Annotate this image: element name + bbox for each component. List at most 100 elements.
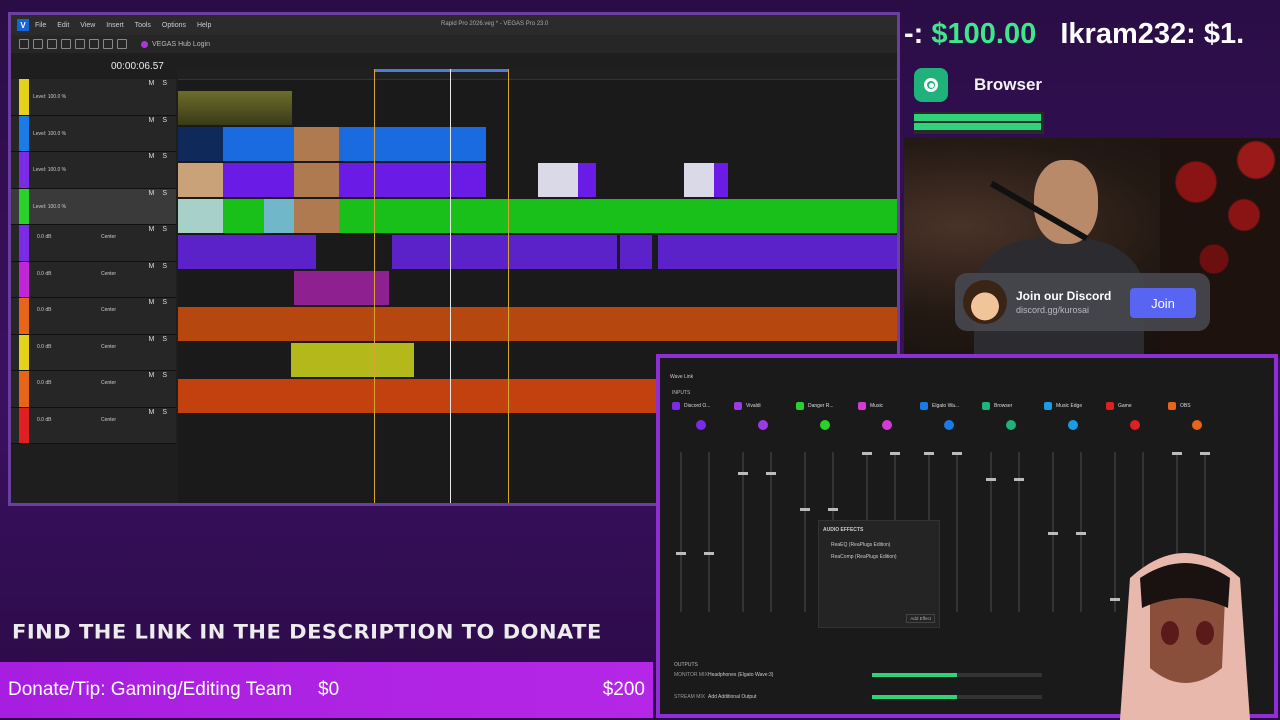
- channel-effect-button[interactable]: [944, 420, 954, 430]
- menu-view[interactable]: View: [80, 22, 95, 29]
- video-clip-thumb[interactable]: [294, 163, 339, 197]
- video-clip-thumb[interactable]: [264, 199, 339, 233]
- video-clip-thumb[interactable]: [294, 127, 339, 161]
- fader-knob[interactable]: [1076, 532, 1086, 535]
- vegas-hub-login[interactable]: VEGAS Hub Login: [152, 41, 210, 48]
- channel-effect-button[interactable]: [758, 420, 768, 430]
- audio-track-6[interactable]: M S 0.0 dB Center: [11, 407, 176, 444]
- fader-knob[interactable]: [986, 478, 996, 481]
- volume-fader[interactable]: [680, 452, 682, 612]
- audio-clip[interactable]: [178, 235, 316, 269]
- channel-effect-button[interactable]: [882, 420, 892, 430]
- settings-icon[interactable]: [75, 39, 85, 49]
- audio-clip[interactable]: [658, 235, 897, 269]
- fader-knob[interactable]: [890, 452, 900, 455]
- redo-icon[interactable]: [117, 39, 127, 49]
- channel-effect-button[interactable]: [1068, 420, 1078, 430]
- volume-fader[interactable]: [804, 452, 806, 612]
- playhead-cursor[interactable]: [450, 69, 451, 503]
- open-icon[interactable]: [33, 39, 43, 49]
- add-effect-button[interactable]: Add Effect: [906, 614, 935, 623]
- discord-link[interactable]: discord.gg/kurosai: [1016, 305, 1111, 315]
- menu-tools[interactable]: Tools: [135, 22, 151, 29]
- channel-header[interactable]: Discord O...: [672, 400, 730, 412]
- timeline-ruler[interactable]: [178, 69, 897, 80]
- channel-header[interactable]: Music: [858, 400, 916, 412]
- volume-fader[interactable]: [990, 452, 992, 612]
- mute-solo-buttons[interactable]: M S: [149, 117, 170, 124]
- video-clip[interactable]: [178, 91, 292, 125]
- fader-knob[interactable]: [704, 552, 714, 555]
- video-track-2[interactable]: M S Level: 100.0 %: [11, 115, 176, 152]
- menu-insert[interactable]: Insert: [106, 22, 124, 29]
- save-icon[interactable]: [47, 39, 57, 49]
- volume-fader[interactable]: [708, 452, 710, 612]
- add-output[interactable]: Add Additional Output: [708, 694, 868, 700]
- effect-item[interactable]: ReaComp (ReaPlugs Edition): [819, 551, 939, 563]
- input-channel-strip[interactable]: Music Edge: [1044, 400, 1102, 648]
- volume-fader[interactable]: [770, 452, 772, 612]
- menu-help[interactable]: Help: [197, 22, 211, 29]
- volume-fader[interactable]: [1018, 452, 1020, 612]
- input-channel-strip[interactable]: Discord O...: [672, 400, 730, 648]
- audio-track-4[interactable]: M S 0.0 dB Center: [11, 334, 176, 371]
- channel-effect-button[interactable]: [820, 420, 830, 430]
- channel-header[interactable]: OBS: [1168, 400, 1226, 412]
- audio-clip[interactable]: [178, 307, 897, 341]
- fader-knob[interactable]: [1014, 478, 1024, 481]
- discord-join-button[interactable]: Join: [1130, 288, 1196, 318]
- fader-knob[interactable]: [738, 472, 748, 475]
- channel-header[interactable]: Elgato Wa...: [920, 400, 978, 412]
- effect-item[interactable]: ReaEQ (ReaPlugs Edition): [819, 539, 939, 551]
- fader-knob[interactable]: [1048, 532, 1058, 535]
- menu-options[interactable]: Options: [162, 22, 186, 29]
- audio-clip[interactable]: [392, 235, 617, 269]
- audio-clip[interactable]: [291, 343, 414, 377]
- input-channel-strip[interactable]: Vivaldi: [734, 400, 792, 648]
- video-track-3[interactable]: M S Level: 100.0 %: [11, 152, 176, 189]
- audio-track-1[interactable]: M S 0.0 dB Center: [11, 225, 176, 262]
- fader-knob[interactable]: [952, 452, 962, 455]
- channel-effect-button[interactable]: [696, 420, 706, 430]
- mute-solo-buttons[interactable]: M S: [149, 226, 170, 233]
- fader-knob[interactable]: [862, 452, 872, 455]
- input-channel-strip[interactable]: Browser: [982, 400, 1040, 648]
- menu-file[interactable]: File: [35, 22, 46, 29]
- video-clip[interactable]: [538, 163, 596, 197]
- mute-solo-buttons[interactable]: M S: [149, 409, 170, 416]
- audio-track-5[interactable]: M S 0.0 dB Center: [11, 371, 176, 408]
- undo-icon[interactable]: [103, 39, 113, 49]
- video-track-1[interactable]: M S Level: 100.0 %: [11, 79, 176, 116]
- mute-solo-buttons[interactable]: M S: [149, 299, 170, 306]
- loop-start-marker[interactable]: [374, 69, 375, 503]
- audio-track-3[interactable]: M S 0.0 dB Center: [11, 298, 176, 335]
- channel-header[interactable]: Music Edge: [1044, 400, 1102, 412]
- fader-knob[interactable]: [924, 452, 934, 455]
- new-icon[interactable]: [19, 39, 29, 49]
- audio-clip[interactable]: [620, 235, 652, 269]
- channel-effect-button[interactable]: [1130, 420, 1140, 430]
- loop-region[interactable]: [374, 69, 508, 72]
- loop-end-marker[interactable]: [508, 69, 509, 503]
- volume-fader[interactable]: [956, 452, 958, 612]
- fader-knob[interactable]: [676, 552, 686, 555]
- audio-clip[interactable]: [178, 379, 668, 413]
- mute-solo-buttons[interactable]: M S: [149, 80, 170, 87]
- channel-header[interactable]: Game: [1106, 400, 1164, 412]
- channel-header[interactable]: Browser: [982, 400, 1040, 412]
- menu-edit[interactable]: Edit: [57, 22, 69, 29]
- mute-solo-buttons[interactable]: M S: [149, 372, 170, 379]
- fader-knob[interactable]: [1172, 452, 1182, 455]
- output-device[interactable]: Headphones (Elgato Wave:3): [708, 672, 868, 678]
- mute-solo-buttons[interactable]: M S: [149, 263, 170, 270]
- channel-effect-button[interactable]: [1006, 420, 1016, 430]
- video-clip[interactable]: [684, 163, 728, 197]
- mute-solo-buttons[interactable]: M S: [149, 153, 170, 160]
- channel-header[interactable]: Danger R...: [796, 400, 854, 412]
- channel-header[interactable]: Vivaldi: [734, 400, 792, 412]
- audio-track-2[interactable]: M S 0.0 dB Center: [11, 261, 176, 298]
- render-icon[interactable]: [61, 39, 71, 49]
- mute-solo-buttons[interactable]: M S: [149, 336, 170, 343]
- fader-knob[interactable]: [800, 508, 810, 511]
- video-track-4[interactable]: M S Level: 100.0 %: [11, 188, 176, 225]
